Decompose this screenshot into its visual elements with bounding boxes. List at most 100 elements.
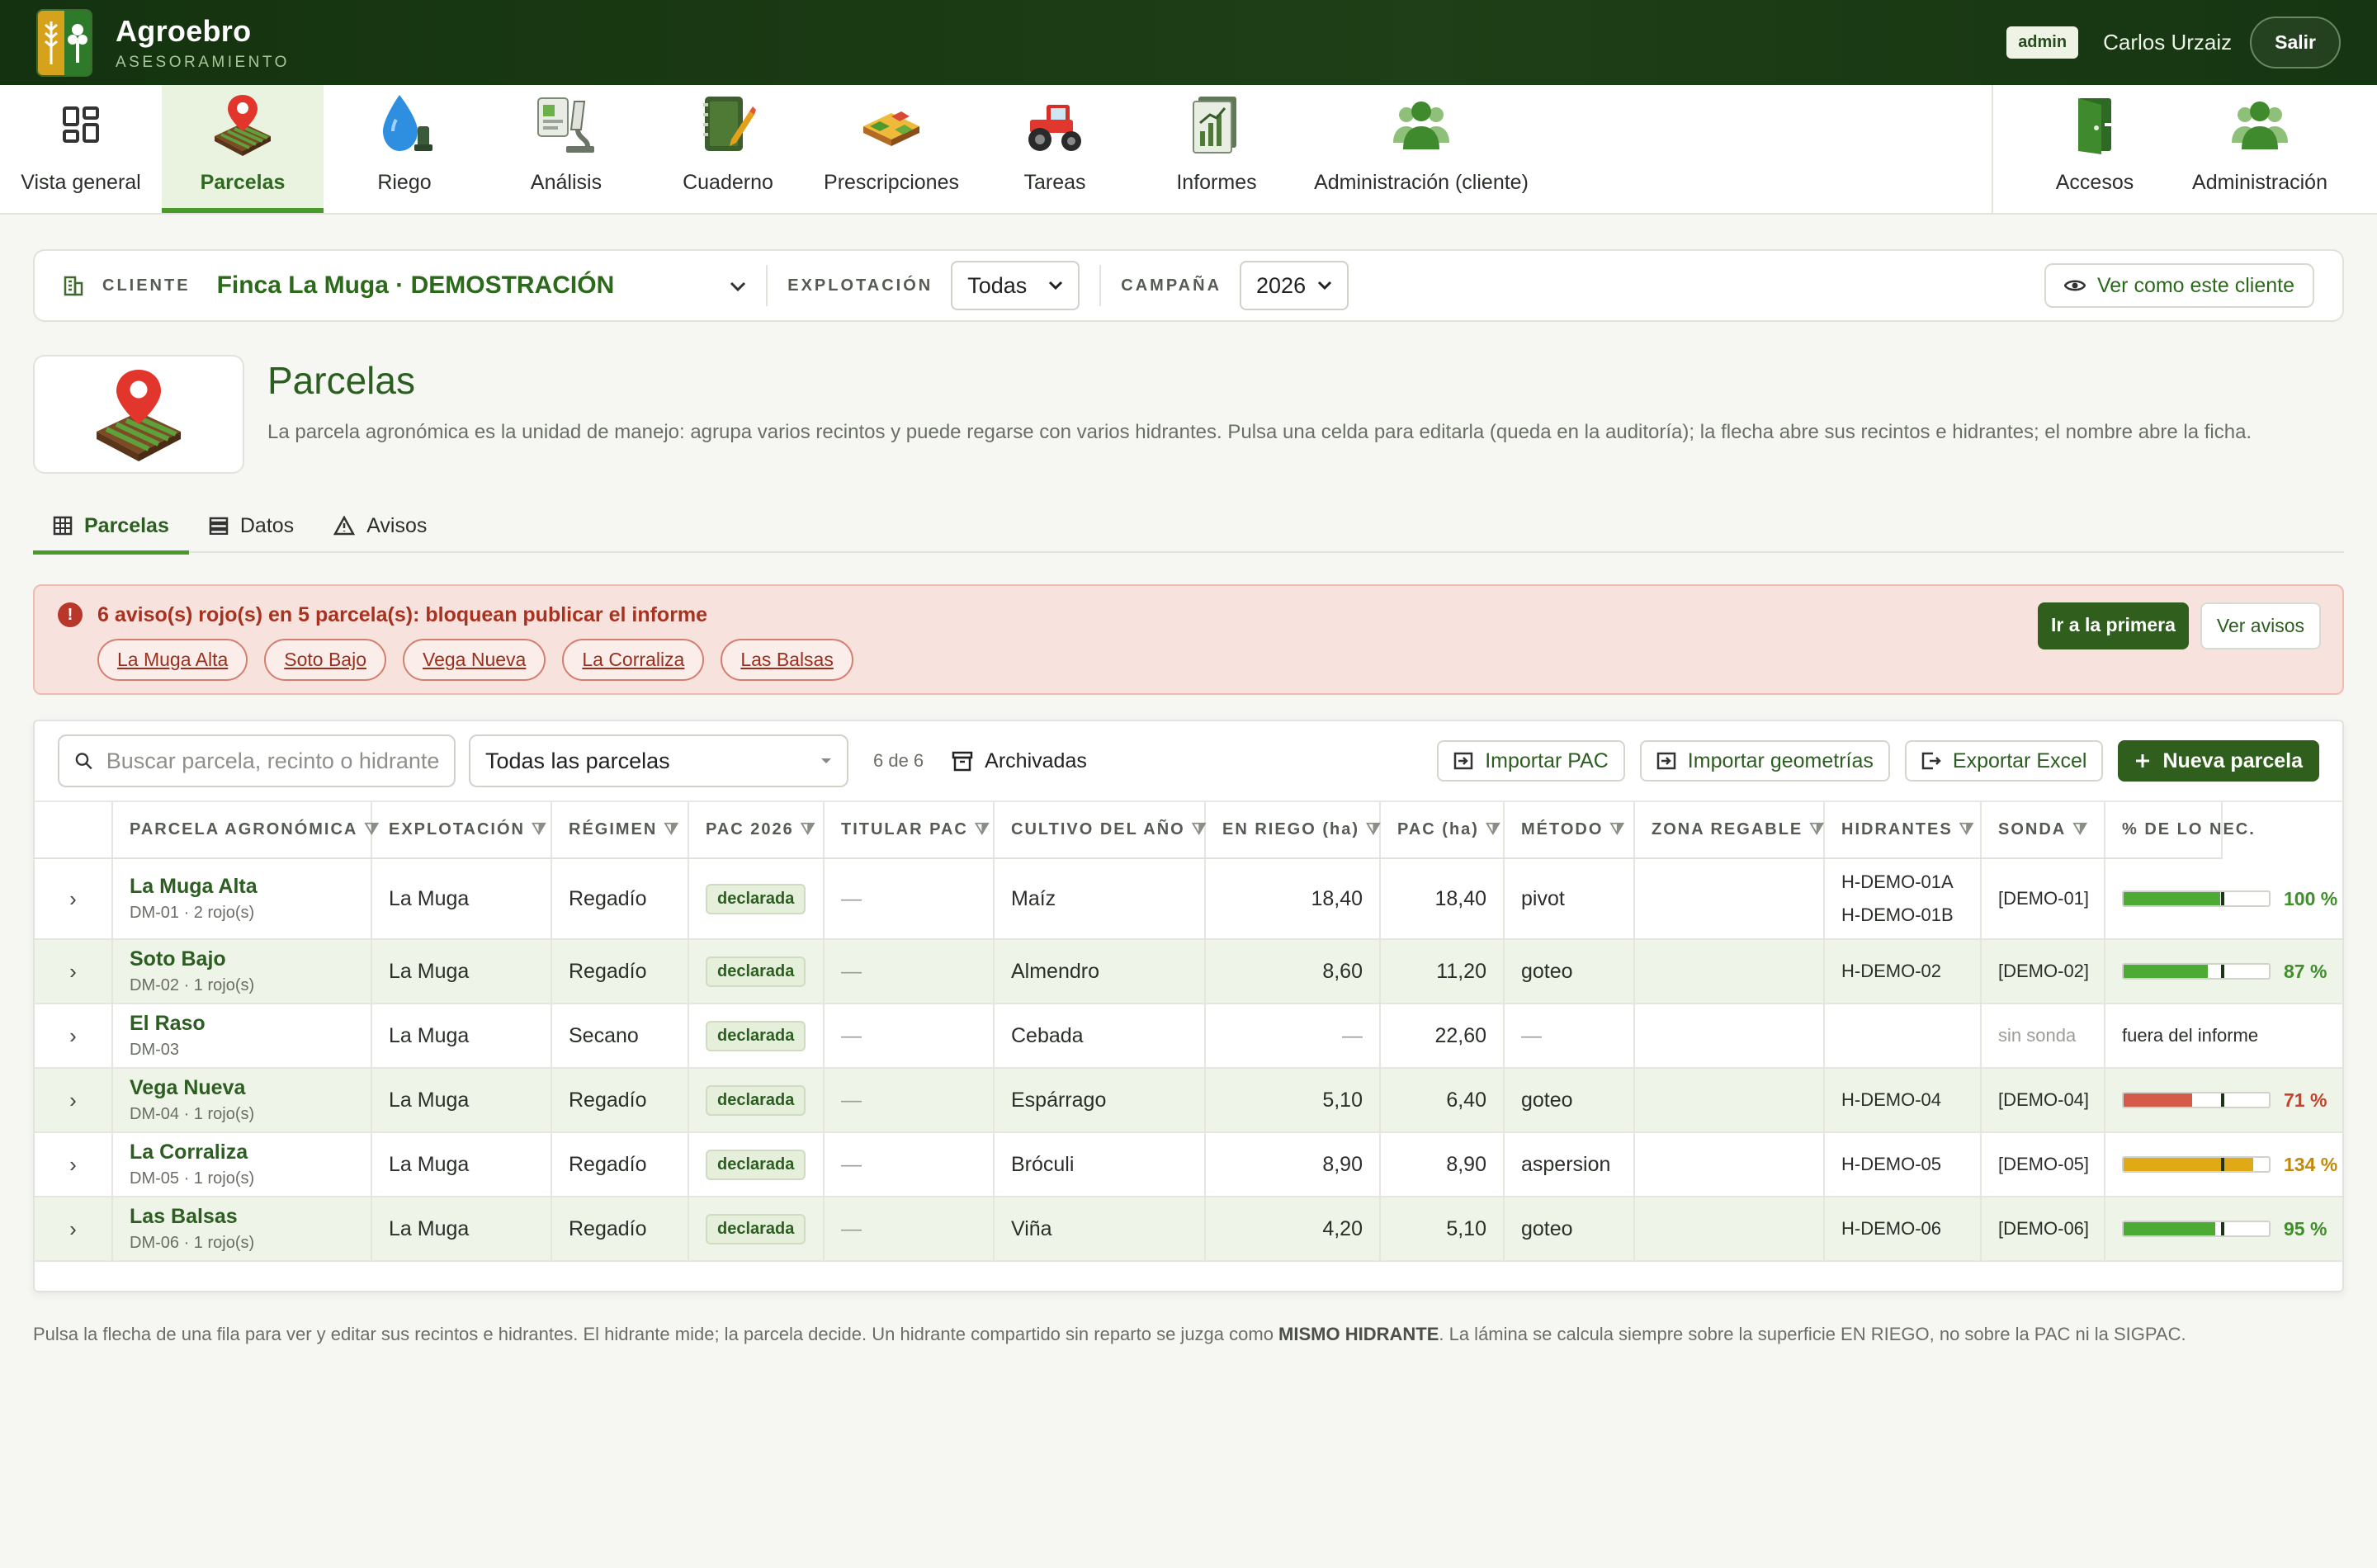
riego-ha-cell[interactable]: 18,40 <box>1205 858 1381 940</box>
module-analisis[interactable]: Análisis <box>485 85 647 213</box>
app-logo[interactable] <box>36 8 92 77</box>
hydrants-cell[interactable]: H-DEMO-02 <box>1824 939 1982 1004</box>
zona-regable-cell[interactable] <box>1634 1132 1825 1197</box>
explotacion-cell[interactable]: La Muga <box>371 1068 552 1133</box>
module-accesos[interactable]: Accesos <box>2014 85 2176 213</box>
tab-parcelas[interactable]: Parcelas <box>33 498 189 555</box>
sonda-cell[interactable]: [DEMO-04] <box>1981 1068 2105 1133</box>
metodo-cell[interactable]: pivot <box>1504 858 1635 940</box>
pac-ha-cell[interactable]: 18,40 <box>1380 858 1505 940</box>
table-row[interactable]: › Soto Bajo DM-02 · 1 rojo(s) La Muga Regadí… <box>35 939 2342 1004</box>
module-riego[interactable]: Riego <box>324 85 485 213</box>
titular-cell[interactable]: — <box>824 1197 995 1262</box>
zona-regable-cell[interactable] <box>1634 1068 1825 1133</box>
module-administracion[interactable]: Administración <box>2172 85 2347 213</box>
hydrants-cell[interactable]: H-DEMO-05 <box>1824 1132 1982 1197</box>
sonda-cell[interactable]: [DEMO-05] <box>1981 1132 2105 1197</box>
campaign-select[interactable]: 2026 <box>1240 261 1349 310</box>
hydrant-id[interactable]: H-DEMO-04 <box>1841 1084 1964 1117</box>
parcel-cell[interactable]: El Raso DM-03 <box>112 1004 372 1069</box>
import-pac-button[interactable]: Importar PAC <box>1437 740 1625 782</box>
hydrants-cell[interactable]: H-DEMO-04 <box>1824 1068 1982 1133</box>
table-row[interactable]: › La Corraliza DM-05 · 1 rojo(s) La Muga Reg… <box>35 1132 2342 1197</box>
regimen-cell[interactable]: Regadío <box>551 939 689 1004</box>
explotacion-cell[interactable]: La Muga <box>371 1004 552 1069</box>
cultivo-cell[interactable]: Maíz <box>994 858 1206 940</box>
metodo-cell[interactable]: aspersion <box>1504 1132 1635 1197</box>
parcel-name-link[interactable]: Soto Bajo <box>130 947 354 971</box>
alert-chip[interactable]: Vega Nueva <box>403 639 546 681</box>
pac-cell[interactable]: declarada <box>688 939 825 1004</box>
new-parcel-button[interactable]: Nueva parcela <box>2118 740 2319 782</box>
table-row[interactable]: › El Raso DM-03 La Muga Secano declarada — Ceba… <box>35 1004 2342 1069</box>
logout-button[interactable]: Salir <box>2250 17 2341 68</box>
riego-ha-cell[interactable]: 8,60 <box>1205 939 1381 1004</box>
go-to-first-button[interactable]: Ir a la primera <box>2038 602 2189 649</box>
module-administracion-cliente[interactable]: Administración (cliente) <box>1297 85 1545 213</box>
import-geometries-button[interactable]: Importar geometrías <box>1639 740 1890 782</box>
zona-regable-cell[interactable] <box>1634 1004 1825 1069</box>
parcel-cell[interactable]: Soto Bajo DM-02 · 1 rojo(s) <box>112 939 372 1004</box>
table-row[interactable]: › Vega Nueva DM-04 · 1 rojo(s) La Muga Regad… <box>35 1068 2342 1133</box>
column-header[interactable]: PAC (ha) ⧩ <box>1380 802 1505 859</box>
titular-cell[interactable]: — <box>824 1132 995 1197</box>
explotacion-cell[interactable]: La Muga <box>371 858 552 940</box>
parcel-cell[interactable]: La Muga Alta DM-01 · 2 rojo(s) <box>112 858 372 940</box>
module-tareas[interactable]: Tareas <box>974 85 1136 213</box>
hydrant-id[interactable]: H-DEMO-06 <box>1841 1212 1964 1245</box>
sonda-cell[interactable]: [DEMO-06] <box>1981 1197 2105 1262</box>
column-header[interactable]: PAC 2026 ⧩ <box>688 802 825 859</box>
module-parcelas[interactable]: Parcelas <box>162 85 324 213</box>
client-selector[interactable]: Finca La Muga · DEMOSTRACIÓN <box>217 272 615 300</box>
pac-cell[interactable]: declarada <box>688 1197 825 1262</box>
regimen-cell[interactable]: Secano <box>551 1004 689 1069</box>
zona-regable-cell[interactable] <box>1634 939 1825 1004</box>
zona-regable-cell[interactable] <box>1634 1197 1825 1262</box>
alert-chip[interactable]: La Muga Alta <box>97 639 248 681</box>
riego-ha-cell[interactable]: 8,90 <box>1205 1132 1381 1197</box>
explotacion-cell[interactable]: La Muga <box>371 1197 552 1262</box>
expand-row-button[interactable]: › <box>35 1004 113 1069</box>
view-warnings-button[interactable]: Ver avisos <box>2200 602 2321 649</box>
module-informes[interactable]: Informes <box>1136 85 1297 213</box>
cultivo-cell[interactable]: Viña <box>994 1197 1206 1262</box>
zona-regable-cell[interactable] <box>1634 858 1825 940</box>
hydrants-cell[interactable] <box>1824 1004 1982 1069</box>
expand-row-button[interactable]: › <box>35 1197 113 1262</box>
regimen-cell[interactable]: Regadío <box>551 1132 689 1197</box>
expand-row-button[interactable]: › <box>35 1068 113 1133</box>
export-excel-button[interactable]: Exportar Excel <box>1904 740 2104 782</box>
parcel-name-link[interactable]: Vega Nueva <box>130 1076 354 1100</box>
explotacion-cell[interactable]: La Muga <box>371 1132 552 1197</box>
parcel-filter-select[interactable]: Todas las parcelas <box>469 734 848 787</box>
column-header[interactable]: RÉGIMEN ⧩ <box>551 802 689 859</box>
hydrant-id[interactable]: H-DEMO-05 <box>1841 1148 1964 1181</box>
pac-ha-cell[interactable]: 5,10 <box>1380 1197 1505 1262</box>
column-header[interactable]: ZONA REGABLE ⧩ <box>1634 802 1825 859</box>
table-row[interactable]: › Las Balsas DM-06 · 1 rojo(s) La Muga Regad… <box>35 1197 2342 1262</box>
metodo-cell[interactable]: goteo <box>1504 939 1635 1004</box>
explotacion-cell[interactable]: La Muga <box>371 939 552 1004</box>
expand-row-button[interactable]: › <box>35 858 113 940</box>
parcel-name-link[interactable]: El Raso <box>130 1012 354 1036</box>
pac-cell[interactable]: declarada <box>688 858 825 940</box>
column-header[interactable]: HIDRANTES ⧩ <box>1824 802 1982 859</box>
hydrant-id[interactable]: H-DEMO-01B <box>1841 899 1964 932</box>
metodo-cell[interactable]: goteo <box>1504 1197 1635 1262</box>
cultivo-cell[interactable]: Bróculi <box>994 1132 1206 1197</box>
pac-cell[interactable]: declarada <box>688 1132 825 1197</box>
tab-datos[interactable]: Datos <box>189 498 314 553</box>
parcel-name-link[interactable]: La Muga Alta <box>130 875 354 899</box>
titular-cell[interactable]: — <box>824 1068 995 1133</box>
expand-row-button[interactable]: › <box>35 1132 113 1197</box>
tab-avisos[interactable]: Avisos <box>314 498 447 553</box>
sonda-cell[interactable]: [DEMO-01] <box>1981 858 2105 940</box>
riego-ha-cell[interactable]: — <box>1205 1004 1381 1069</box>
titular-cell[interactable]: — <box>824 939 995 1004</box>
archived-toggle[interactable]: Archivadas <box>952 749 1087 773</box>
column-header[interactable]: EXPLOTACIÓN ⧩ <box>371 802 552 859</box>
hydrants-cell[interactable]: H-DEMO-06 <box>1824 1197 1982 1262</box>
sonda-cell[interactable]: [DEMO-02] <box>1981 939 2105 1004</box>
column-header[interactable]: MÉTODO ⧩ <box>1504 802 1635 859</box>
alert-chip[interactable]: Las Balsas <box>721 639 853 681</box>
